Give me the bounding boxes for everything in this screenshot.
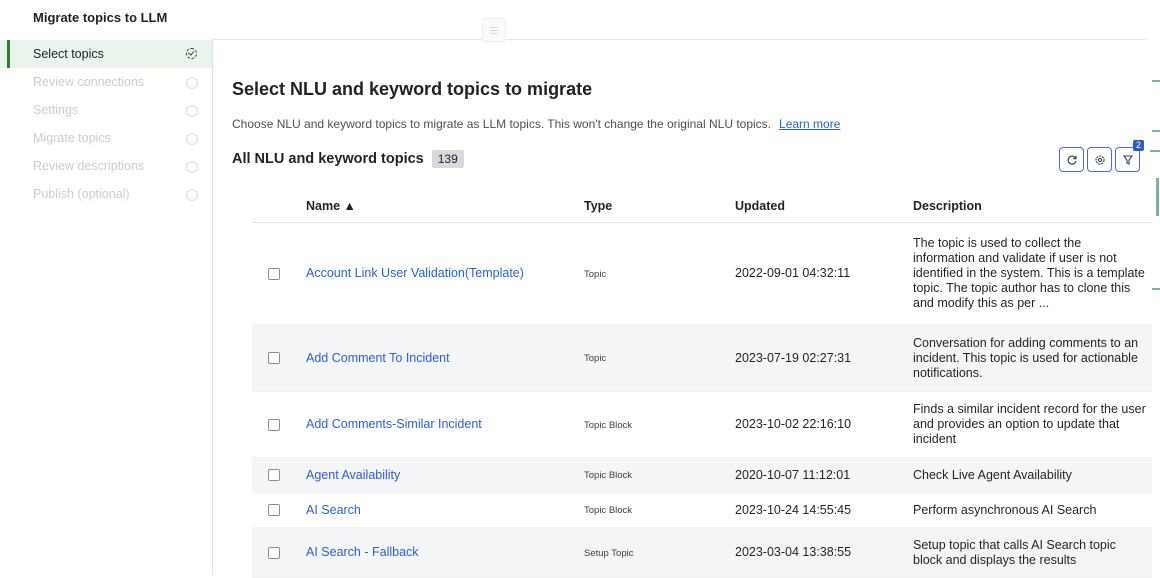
step-in-progress-icon bbox=[186, 48, 197, 59]
row-checkbox[interactable] bbox=[268, 504, 280, 517]
topic-type: Topic bbox=[584, 353, 607, 364]
topic-name-link[interactable]: Agent Availability bbox=[306, 468, 584, 483]
topics-table: Name ▲ Type Updated Description Account … bbox=[252, 189, 1152, 578]
page-title: Select NLU and keyword topics to migrate bbox=[232, 79, 593, 99]
name-column-header[interactable]: Name ▲ bbox=[306, 189, 584, 223]
wizard-sidebar: Select topics Review connections Setting… bbox=[0, 38, 213, 575]
subtitle-text: Choose NLU and keyword topics to migrate… bbox=[232, 117, 772, 131]
row-checkbox[interactable] bbox=[268, 469, 280, 482]
row-checkbox[interactable] bbox=[268, 352, 280, 365]
table-settings-button[interactable] bbox=[1087, 147, 1112, 172]
updated-column-header[interactable]: Updated bbox=[735, 189, 913, 223]
step-review-connections[interactable]: Review connections bbox=[0, 68, 212, 96]
table-row[interactable]: AI Search - Fallback Setup Topic 2023-03… bbox=[252, 527, 1152, 578]
row-checkbox[interactable] bbox=[268, 546, 280, 559]
row-checkbox[interactable] bbox=[268, 418, 280, 431]
step-pending-icon bbox=[186, 161, 198, 173]
page-subtitle: Choose NLU and keyword topics to migrate… bbox=[232, 117, 840, 131]
topic-type: Topic Block bbox=[584, 470, 633, 481]
step-pending-icon bbox=[186, 189, 198, 201]
step-publish[interactable]: Publish (optional) bbox=[0, 180, 212, 208]
step-label: Migrate topics bbox=[33, 131, 111, 145]
app-title: Migrate topics to LLM bbox=[33, 10, 168, 25]
topic-description: Check Live Agent Availability bbox=[913, 457, 1152, 493]
select-column-header bbox=[252, 189, 306, 223]
gear-icon bbox=[1094, 154, 1105, 165]
step-review-descriptions[interactable]: Review descriptions bbox=[0, 152, 212, 180]
step-select-topics[interactable]: Select topics bbox=[0, 40, 212, 68]
topic-description: Perform asynchronous AI Search bbox=[913, 492, 1152, 528]
topic-description: Conversation for adding comments to an i… bbox=[913, 324, 1152, 392]
step-label: Review descriptions bbox=[33, 159, 145, 173]
step-label: Settings bbox=[33, 103, 79, 117]
table-row[interactable]: Account Link User Validation(Template) T… bbox=[252, 222, 1152, 325]
table-row[interactable]: Add Comment To Incident Topic 2023-07-19… bbox=[252, 324, 1152, 392]
topic-name-link[interactable]: AI Search - Fallback bbox=[306, 545, 584, 560]
table-row[interactable]: Agent Availability Topic Block 2020-10-0… bbox=[252, 457, 1152, 493]
topic-updated: 2022-09-01 04:32:11 bbox=[735, 222, 913, 325]
step-settings[interactable]: Settings bbox=[0, 96, 212, 124]
filter-count-badge: 2 bbox=[1132, 140, 1144, 151]
step-label: Publish (optional) bbox=[33, 187, 130, 201]
description-column-header[interactable]: Description bbox=[913, 189, 1152, 223]
topic-type: Topic bbox=[584, 268, 607, 280]
step-pending-icon bbox=[186, 77, 198, 89]
topic-updated: 2023-07-19 02:27:31 bbox=[735, 324, 913, 392]
topic-type: Setup Topic bbox=[584, 547, 634, 559]
row-checkbox[interactable] bbox=[268, 267, 280, 280]
topic-name-link[interactable]: Add Comment To Incident bbox=[306, 351, 584, 366]
topic-updated: 2023-10-24 14:55:45 bbox=[735, 492, 913, 528]
topic-count-badge: 139 bbox=[431, 150, 464, 168]
refresh-icon bbox=[1067, 155, 1077, 165]
learn-more-link[interactable]: Learn more bbox=[779, 117, 840, 131]
drag-handle[interactable] bbox=[482, 18, 506, 42]
topic-name-link[interactable]: Add Comments-Similar Incident bbox=[306, 417, 584, 432]
step-pending-icon bbox=[186, 133, 198, 145]
table-header-row: Name ▲ Type Updated Description bbox=[252, 189, 1152, 223]
step-label: Select topics bbox=[33, 47, 104, 61]
step-label: Review connections bbox=[33, 75, 145, 89]
topic-type: Topic Block bbox=[584, 419, 633, 431]
topic-name-link[interactable]: AI Search bbox=[306, 503, 584, 518]
topic-type: Topic Block bbox=[584, 505, 633, 516]
list-title: All NLU and keyword topics bbox=[232, 151, 424, 167]
type-column-header[interactable]: Type bbox=[584, 189, 735, 223]
topic-description: Setup topic that calls AI Search topic b… bbox=[913, 527, 1152, 578]
table-row[interactable]: Add Comments-Similar Incident Topic Bloc… bbox=[252, 391, 1152, 458]
topic-description: The topic is used to collect the informa… bbox=[913, 222, 1152, 325]
topic-description: Finds a similar incident record for the … bbox=[913, 391, 1152, 458]
step-migrate-topics[interactable]: Migrate topics bbox=[0, 124, 212, 152]
table-row[interactable]: AI Search Topic Block 2023-10-24 14:55:4… bbox=[252, 492, 1152, 528]
topic-updated: 2023-10-02 22:16:10 bbox=[735, 391, 913, 458]
refresh-button[interactable] bbox=[1059, 147, 1084, 172]
filter-button[interactable]: 2 bbox=[1115, 140, 1144, 172]
topic-updated: 2023-03-04 13:38:55 bbox=[735, 527, 913, 578]
step-pending-icon bbox=[186, 105, 198, 117]
filter-icon bbox=[1122, 154, 1133, 165]
topic-updated: 2020-10-07 11:12:01 bbox=[735, 457, 913, 493]
header-divider bbox=[212, 39, 1146, 40]
step-list: Select topics Review connections Setting… bbox=[0, 40, 212, 208]
topic-name-link[interactable]: Account Link User Validation(Template) bbox=[306, 266, 584, 281]
list-header: All NLU and keyword topics 139 bbox=[232, 150, 464, 168]
